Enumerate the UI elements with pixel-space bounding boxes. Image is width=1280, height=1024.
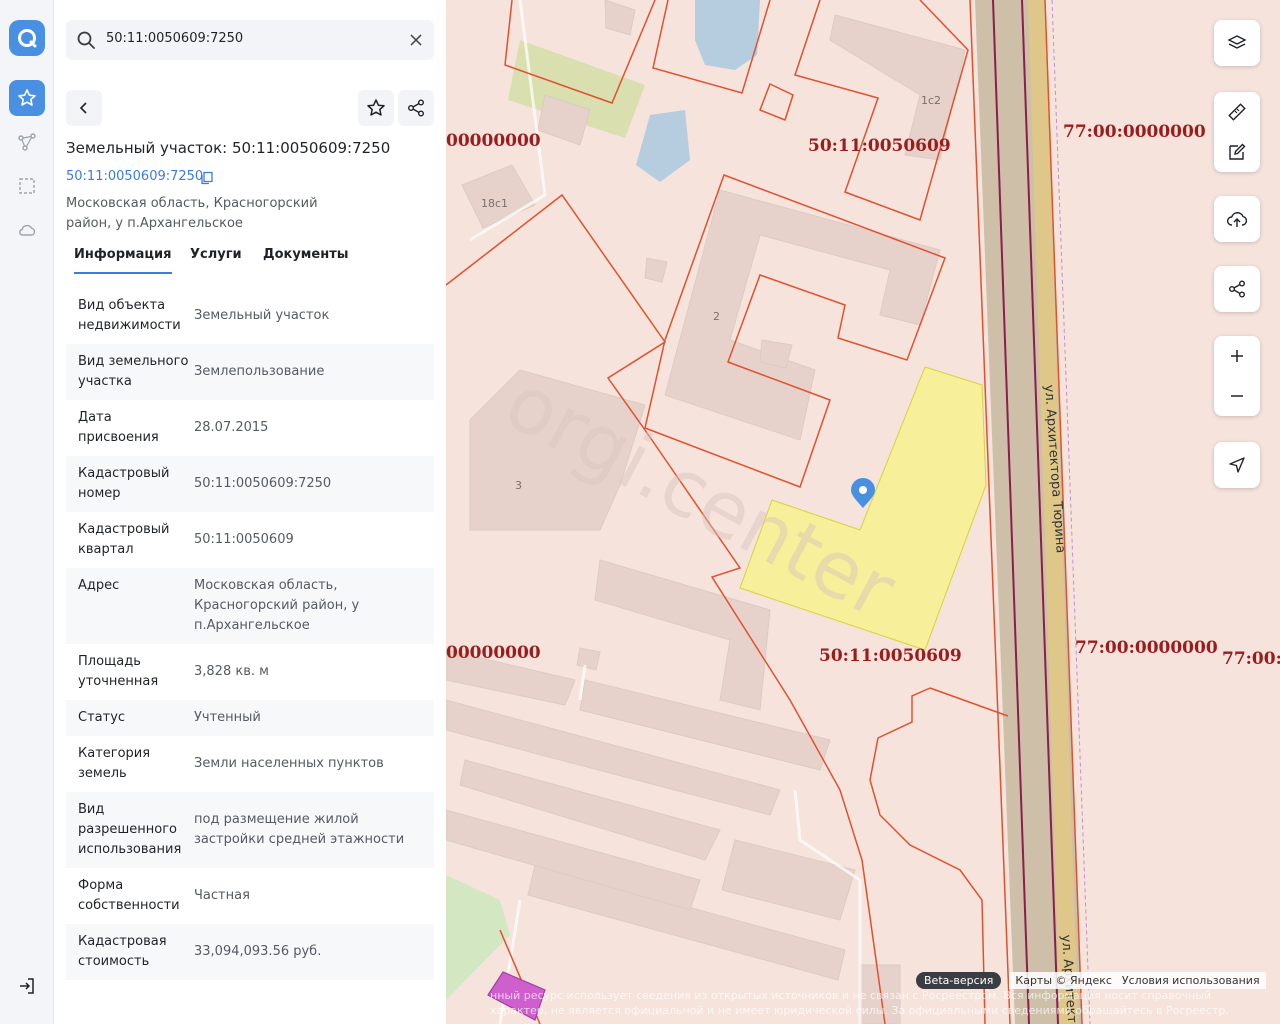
property-value: 33,094,093.56 руб. (194, 944, 322, 959)
logout-icon[interactable] (9, 968, 45, 1004)
table-row: Кадастровая стоимость 33,094,093.56 руб. (66, 924, 434, 980)
layers-icon (1214, 20, 1260, 66)
beta-badge: Beta-версия (916, 971, 1002, 989)
building-number: 1с2 (921, 94, 941, 107)
building-number: 2 (713, 310, 720, 323)
share-icon (1214, 266, 1260, 312)
cadastral-number-link[interactable]: 50:11:0050609:7250 (66, 169, 203, 184)
edit-icon[interactable] (1214, 132, 1260, 172)
table-row: Вид разрешенного использования под размещ… (66, 792, 434, 868)
property-value: Земли населенных пунктов (194, 756, 384, 771)
upload-button[interactable] (1214, 196, 1260, 242)
property-value: 50:11:0050609:7250 (194, 476, 332, 491)
back-button[interactable] (66, 90, 102, 126)
clear-search-icon[interactable] (406, 30, 426, 50)
star-icon (367, 99, 385, 116)
attribution-box: Карты © Яндекс Условия использования (1009, 971, 1266, 989)
zoom-in-icon[interactable] (1214, 336, 1260, 376)
property-name: Категория земель (78, 746, 151, 781)
tab-information[interactable]: Информация (74, 247, 172, 274)
cadastral-quarter-label: 50:11:0050609 (808, 136, 951, 156)
property-name: Вид объекта недвижимости (78, 298, 181, 333)
property-value: под размещение жилой застройки средней э… (194, 812, 405, 847)
page-title: Земельный участок: 50:11:0050609:7250 (66, 139, 391, 157)
property-table: Вид объекта недвижимости Земельный участо… (66, 288, 434, 980)
property-value: 50:11:0050609 (194, 532, 294, 547)
property-name: Площадь уточненная (78, 654, 159, 689)
table-row: Адрес Московская область, Красногорский р… (66, 568, 434, 644)
property-name: Кадастровый квартал (78, 522, 170, 557)
terms-link[interactable]: Условия использования (1122, 974, 1260, 987)
property-value: 28.07.2015 (194, 420, 269, 435)
property-value: Частная (194, 888, 250, 903)
table-row: Дата присвоения 28.07.2015 (66, 400, 434, 456)
layers-button[interactable] (1214, 20, 1260, 66)
property-name: Кадастровый номер (78, 466, 170, 501)
cadastral-zone-label: 77:00:0000000 (1063, 122, 1206, 142)
search-input[interactable]: 50:11:0050609:7250 (106, 31, 243, 46)
property-name: Вид разрешенного использования (78, 802, 182, 857)
geolocate-button[interactable] (1214, 442, 1260, 488)
table-row: Площадь уточненная 3,828 кв. м (66, 644, 434, 700)
property-value: Земельный участок (194, 308, 330, 323)
share-icon (408, 99, 424, 117)
favorite-button[interactable] (358, 90, 394, 126)
route-nodes-icon[interactable] (9, 124, 45, 160)
cadastral-quarter-label: 00000000 (446, 131, 541, 151)
cadastral-zone-label: 77:00:0 (1222, 649, 1280, 669)
pond (636, 110, 690, 182)
tab-services[interactable]: Услуги (190, 247, 242, 262)
table-row: Вид земельного участка Землепользование (66, 344, 434, 400)
pond (695, 0, 760, 70)
share-button[interactable] (398, 90, 434, 126)
table-row: Форма собственности Частная (66, 868, 434, 924)
disclaimer-text: нный ресурс использует сведения из откры… (490, 989, 1229, 1017)
table-row: Кадастровый квартал 50:11:0050609 (66, 512, 434, 568)
map-share-button[interactable] (1214, 266, 1260, 312)
table-row: Вид объекта недвижимости Земельный участо… (66, 288, 434, 344)
property-name: Дата присвоения (78, 410, 159, 445)
table-row: Кадастровый номер 50:11:0050609:7250 (66, 456, 434, 512)
favorites-star-icon[interactable] (9, 80, 45, 116)
building-number: 3 (515, 479, 522, 492)
icon-rail (0, 0, 54, 1024)
search-icon (76, 30, 96, 54)
search-bar[interactable]: 50:11:0050609:7250 (66, 20, 434, 60)
tab-documents[interactable]: Документы (263, 247, 349, 262)
table-row: Категория земель Земли населенных пунктов (66, 736, 434, 792)
map-layer: orgi.center 50:11:0050609 50:11:0050609 … (446, 0, 1280, 1024)
yandex-attribution[interactable]: Карты © Яндекс (1015, 974, 1112, 987)
property-value: Учтенный (194, 710, 261, 725)
property-value: Землепользование (194, 364, 325, 379)
property-name: Вид земельного участка (78, 354, 189, 389)
parcel-address: Московская область, Красногорский район,… (66, 196, 318, 231)
cadastral-zone-label: 77:00:0000000 (1075, 638, 1218, 658)
property-value: 3,828 кв. м (194, 664, 269, 679)
copy-icon[interactable] (200, 170, 214, 189)
app-logo[interactable] (9, 20, 45, 56)
property-name: Кадастровая стоимость (78, 934, 167, 969)
ruler-icon[interactable] (1214, 92, 1260, 132)
chevron-left-icon (79, 102, 87, 114)
cadastral-quarter-label: 00000000 (446, 643, 541, 663)
cloud-icon[interactable] (9, 212, 45, 248)
map-canvas[interactable]: orgi.center 50:11:0050609 50:11:0050609 … (446, 0, 1280, 1024)
zoom-out-icon[interactable] (1214, 376, 1260, 416)
measure-toolbar (1214, 92, 1260, 172)
property-name: Адрес (78, 578, 120, 593)
info-panel: 50:11:0050609:7250 Земельный участок: 50… (54, 0, 446, 1024)
building-number: 18с1 (481, 197, 508, 210)
area-select-icon[interactable] (9, 168, 45, 204)
table-row: Статус Учтенный (66, 700, 434, 736)
tab-bar: Информация Услуги Документы (66, 244, 446, 276)
navigation-arrow-icon (1214, 442, 1260, 488)
map-attribution: Beta-версия Карты © Яндекс Условия испол… (916, 971, 1266, 989)
zoom-control (1214, 336, 1260, 416)
property-name: Статус (78, 710, 126, 725)
cadastral-quarter-label: 50:11:0050609 (819, 646, 962, 666)
cloud-upload-icon (1214, 196, 1260, 242)
property-value: Московская область, Красногорский район,… (194, 578, 360, 633)
property-name: Форма собственности (78, 878, 180, 913)
